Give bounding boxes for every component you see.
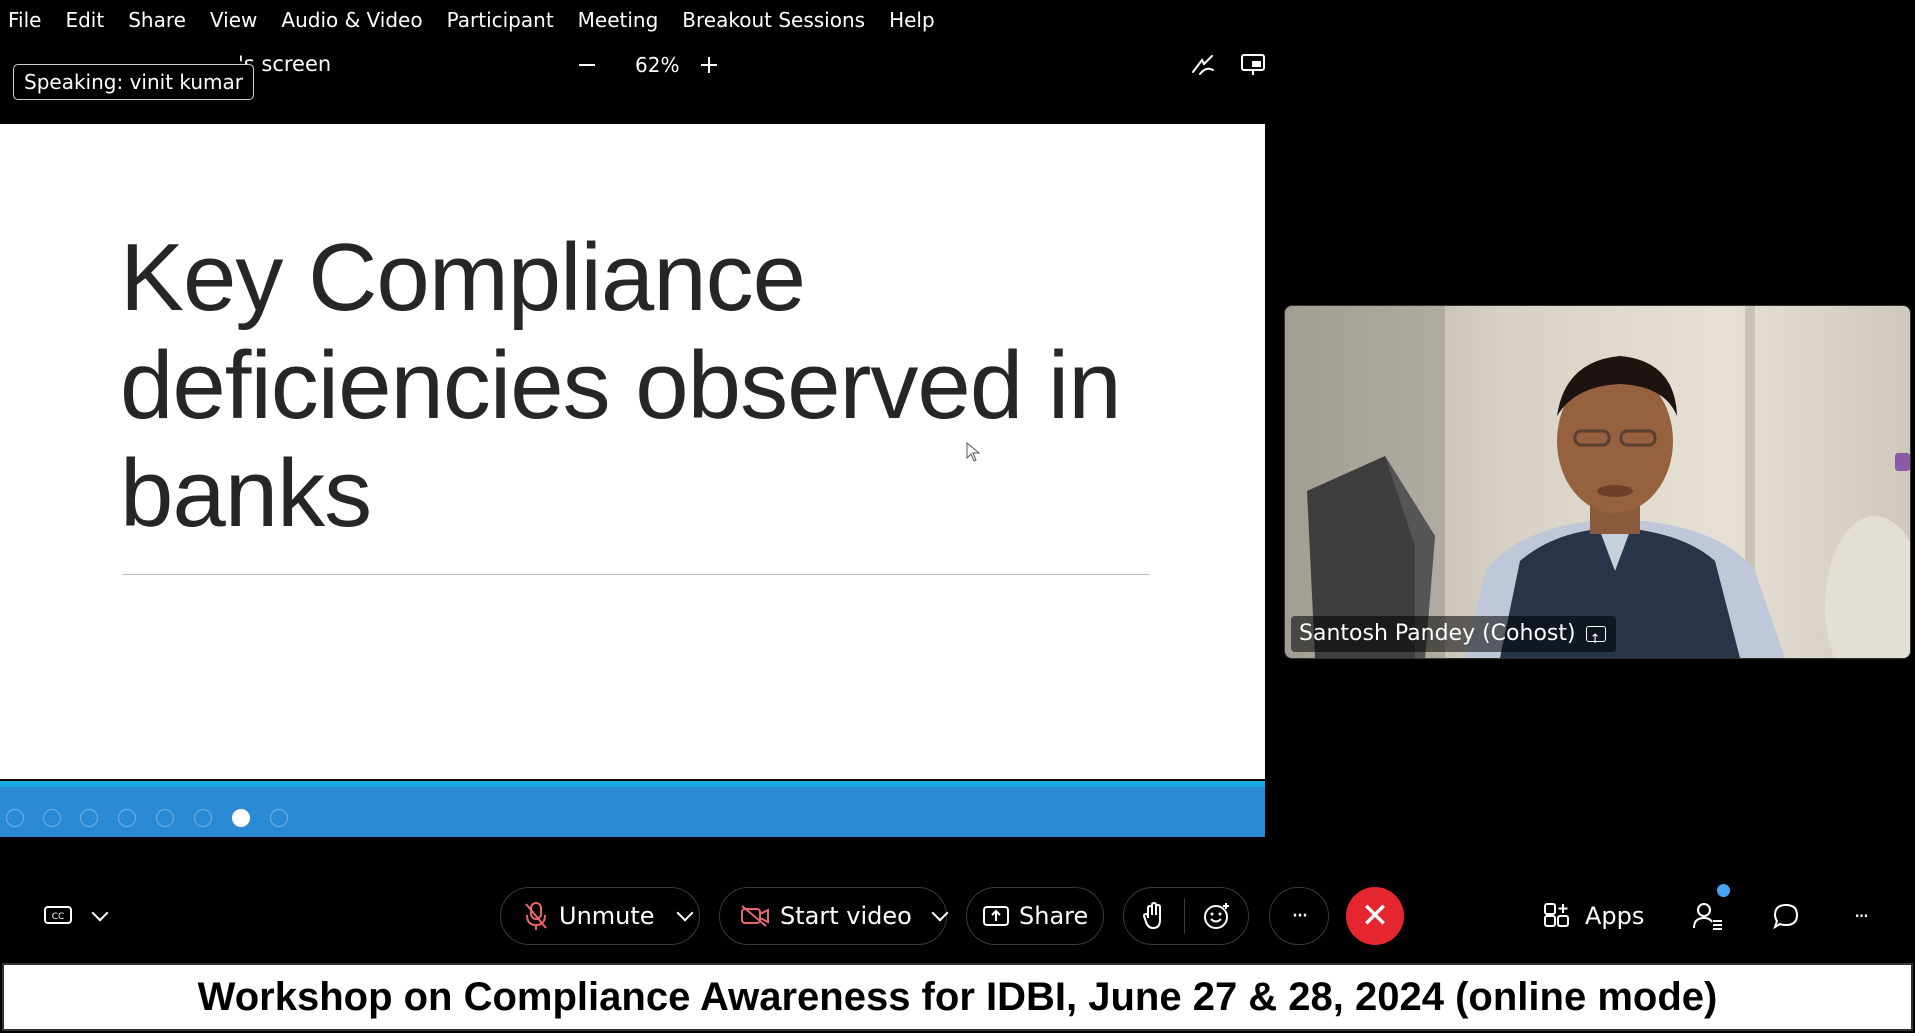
svg-text:CC: CC	[52, 912, 65, 922]
participants-button[interactable]	[1693, 884, 1730, 936]
captions-button[interactable]: CC	[44, 896, 109, 936]
speaking-label: Speaking:	[24, 70, 124, 94]
participant-name: Santosh Pandey (Cohost)	[1299, 621, 1576, 646]
speaking-indicator: Speaking: vinit kumar	[13, 64, 254, 100]
menu-view[interactable]: View	[210, 8, 257, 32]
workshop-banner: Workshop on Compliance Awareness for IDB…	[2, 963, 1913, 1031]
menu-audio-video[interactable]: Audio & Video	[281, 8, 422, 32]
participant-video-tile[interactable]: Santosh Pandey (Cohost)	[1284, 305, 1911, 659]
video-off-icon	[741, 905, 769, 927]
share-label: Share	[1019, 902, 1089, 930]
slide-more-options-icon[interactable]	[270, 809, 288, 827]
participant-video-feed	[1285, 306, 1910, 658]
reactions-icon[interactable]	[1203, 902, 1231, 930]
subtitles-icon[interactable]	[194, 809, 212, 827]
menu-participant[interactable]: Participant	[447, 8, 554, 32]
closed-captions-icon: CC	[44, 906, 72, 924]
close-icon: ✕	[1360, 896, 1390, 936]
more-options-button[interactable]: ···	[1269, 887, 1329, 945]
participant-name-label: Santosh Pandey (Cohost)	[1291, 616, 1616, 658]
button-divider	[1184, 898, 1185, 934]
overflow-icon: ···	[1854, 904, 1869, 928]
annotate-icon[interactable]	[1190, 52, 1216, 78]
start-video-label: Start video	[780, 902, 912, 930]
apps-label: Apps	[1585, 902, 1645, 930]
previous-slide-icon[interactable]	[6, 809, 24, 827]
overflow-menu-button[interactable]: ···	[1854, 896, 1869, 936]
chevron-down-icon[interactable]	[91, 904, 109, 922]
muted-microphone-icon	[525, 902, 547, 930]
speaking-name: vinit kumar	[129, 70, 243, 94]
chat-icon	[1773, 903, 1799, 930]
popout-icon[interactable]	[1240, 52, 1266, 78]
sharing-icon	[1585, 622, 1606, 658]
chat-button[interactable]	[1772, 896, 1800, 936]
apps-button[interactable]: Apps	[1543, 896, 1644, 936]
menu-file[interactable]: File	[8, 8, 41, 32]
menu-breakout-sessions[interactable]: Breakout Sessions	[682, 8, 865, 32]
menu-meeting[interactable]: Meeting	[578, 8, 659, 32]
audio-options-chevron-icon[interactable]	[676, 904, 694, 922]
menu-help[interactable]: Help	[889, 8, 935, 32]
banner-text: Workshop on Compliance Awareness for IDB…	[197, 974, 1718, 1019]
menu-share[interactable]: Share	[128, 8, 186, 32]
zoom-controls: 62%	[575, 50, 721, 80]
unmute-label: Unmute	[559, 902, 655, 930]
leave-meeting-button[interactable]: ✕	[1346, 887, 1404, 945]
more-options-icon: ···	[1291, 903, 1309, 929]
menu-bar: File Edit Share View Audio & Video Parti…	[0, 0, 1915, 40]
slide-divider	[122, 574, 1150, 575]
slide-title: Key Compliance deficiencies observed in …	[120, 224, 1122, 547]
menu-edit[interactable]: Edit	[65, 8, 104, 32]
next-slide-icon[interactable]	[43, 809, 61, 827]
start-video-button[interactable]: Start video	[719, 887, 949, 945]
zoom-level: 62%	[635, 53, 680, 77]
mouse-pointer-icon	[966, 442, 981, 462]
pen-tool-icon[interactable]	[80, 809, 98, 827]
video-options-chevron-icon[interactable]	[931, 904, 949, 922]
unmute-button[interactable]: Unmute	[500, 887, 700, 945]
meeting-toolbar: CC Unmute Start video Share ··· ✕ Apps ·…	[0, 880, 1915, 954]
participants-icon	[1693, 903, 1722, 930]
see-all-slides-icon[interactable]	[118, 809, 136, 827]
zoom-in-icon[interactable]	[697, 53, 721, 77]
apps-icon	[1544, 903, 1569, 927]
zoom-slide-icon[interactable]	[156, 809, 174, 827]
notification-dot	[1717, 884, 1730, 897]
shared-slide: Key Compliance deficiencies observed in …	[0, 124, 1265, 779]
raise-hand-icon[interactable]	[1142, 902, 1166, 930]
slideshow-controls-bar	[0, 781, 1265, 837]
share-button[interactable]: Share	[966, 887, 1104, 945]
share-screen-icon	[983, 906, 1009, 926]
hand-reactions-group	[1123, 887, 1249, 945]
zoom-out-icon[interactable]	[575, 53, 599, 77]
camera-toggle-icon[interactable]	[232, 809, 250, 827]
